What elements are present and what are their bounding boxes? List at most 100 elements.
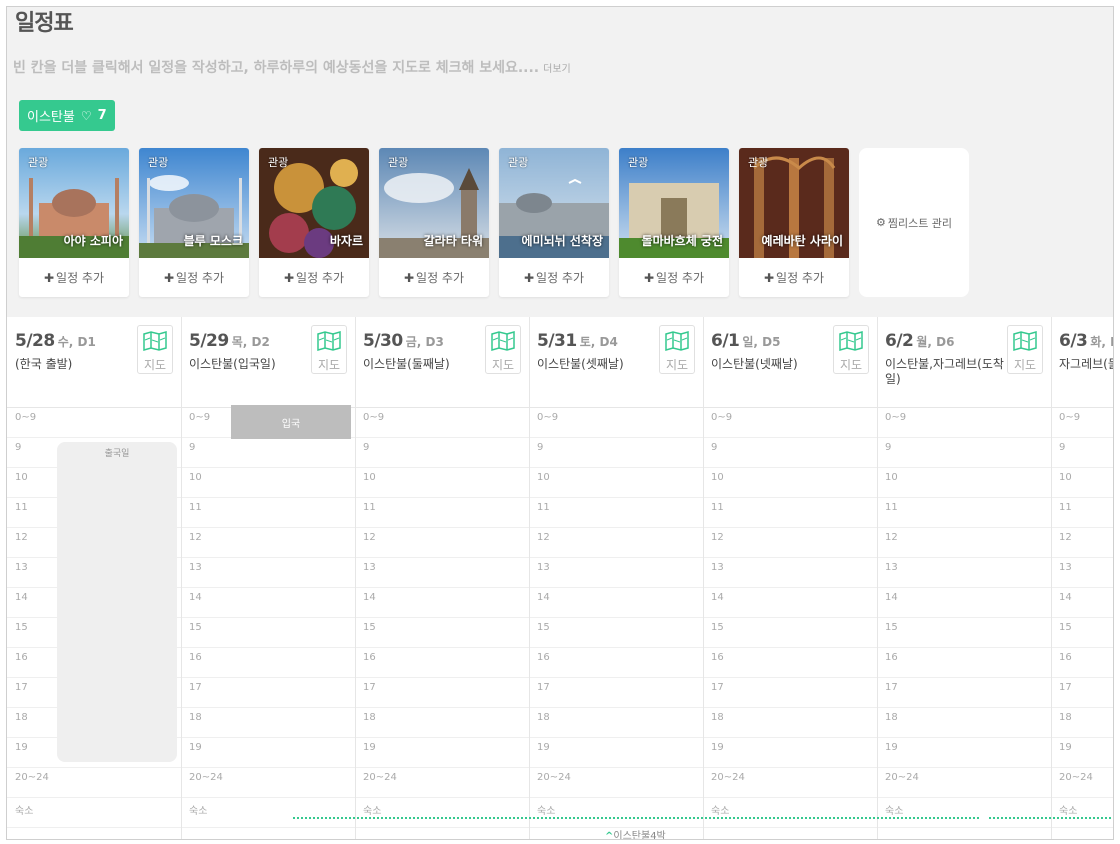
hour-slot[interactable]: 11 [703, 497, 877, 528]
hour-slot[interactable]: 숙소 [181, 797, 355, 828]
hour-slot[interactable]: 0~9 [355, 407, 529, 438]
hour-slot[interactable]: 9 [1051, 437, 1113, 468]
day-column[interactable]: 5/29 목, D2 이스탄불(입국일) 지도 0~9 9 10 11 12 13 14 15 16 17… [181, 317, 356, 839]
hour-slot[interactable]: 18 [877, 707, 1051, 738]
day-title[interactable]: (한국 출발) [15, 357, 141, 372]
map-button[interactable]: 지도 [485, 325, 521, 374]
stay-label[interactable]: ^이스탄불4박 [605, 827, 666, 839]
hour-slot[interactable]: 20~24 [529, 767, 703, 798]
hour-slot[interactable]: 16 [877, 647, 1051, 678]
hour-slot[interactable]: 14 [355, 587, 529, 618]
city-badge-istanbul[interactable]: 이스탄불 ♡ 7 [19, 100, 115, 131]
hour-slot[interactable]: 9 [529, 437, 703, 468]
hour-slot[interactable]: 18 [1051, 707, 1113, 738]
wish-card[interactable]: 관광 바자르 ✚ 일정 추가 [259, 148, 369, 297]
wish-card[interactable]: 관광 에미뇌뉘 선착장 ✚ 일정 추가 [499, 148, 609, 297]
hour-slot[interactable]: 17 [703, 677, 877, 708]
hour-slot[interactable]: 9 [355, 437, 529, 468]
hour-slot[interactable]: 15 [181, 617, 355, 648]
hour-slot[interactable]: 숙소 [355, 797, 529, 828]
event-arrival[interactable]: 입국 [231, 405, 351, 439]
hour-slot[interactable]: 20~24 [877, 767, 1051, 798]
hour-slot[interactable]: 11 [181, 497, 355, 528]
hour-slot[interactable]: 12 [529, 527, 703, 558]
hour-slot[interactable]: 19 [1051, 737, 1113, 768]
hour-slot[interactable]: 11 [529, 497, 703, 528]
hour-slot[interactable]: 13 [1051, 557, 1113, 588]
hour-slot[interactable]: 0~9 [703, 407, 877, 438]
hour-slot[interactable]: 17 [529, 677, 703, 708]
add-schedule-button[interactable]: ✚ 일정 추가 [259, 258, 369, 297]
day-column[interactable]: 5/31 토, D4 이스탄불(셋째날) 지도 0~9 9 10 11 12 13 14 15 16 17… [529, 317, 704, 839]
hour-slot[interactable]: 숙소 [529, 797, 703, 828]
wish-card[interactable]: 관광 예레바탄 사라이 ✚ 일정 추가 [739, 148, 849, 297]
hour-slot[interactable]: 9 [181, 437, 355, 468]
hour-slot[interactable]: 16 [355, 647, 529, 678]
hour-slot[interactable]: 17 [181, 677, 355, 708]
event-departure[interactable]: 출국일 [57, 442, 177, 762]
hour-slot[interactable]: 14 [529, 587, 703, 618]
hour-slot[interactable]: 18 [703, 707, 877, 738]
hour-slot[interactable]: 숙소 [703, 797, 877, 828]
day-title[interactable]: 이스탄불(셋째날) [537, 357, 663, 372]
day-title[interactable]: 이스탄불(둘째날) [363, 357, 489, 372]
add-schedule-button[interactable]: ✚ 일정 추가 [739, 258, 849, 297]
day-column[interactable]: 5/30 금, D3 이스탄불(둘째날) 지도 0~9 9 10 11 12 13 14 15 16 17… [355, 317, 530, 839]
day-column[interactable]: 6/3화, D7자그레브(둘째날)지도0~9910111213141516171… [1051, 317, 1113, 839]
hour-slot[interactable]: 18 [355, 707, 529, 738]
hour-slot[interactable]: 14 [877, 587, 1051, 618]
hour-slot[interactable]: 10 [355, 467, 529, 498]
hour-slot[interactable]: 13 [181, 557, 355, 588]
day-title[interactable]: 이스탄불(입국일) [189, 357, 315, 372]
map-button[interactable]: 지도 [659, 325, 695, 374]
wishlist-manage-button[interactable]: ⚙ 찜리스트 관리 [859, 148, 969, 297]
hour-slot[interactable]: 13 [877, 557, 1051, 588]
hour-slot[interactable]: 19 [529, 737, 703, 768]
hour-slot[interactable]: 숙소 [877, 797, 1051, 828]
wish-card[interactable]: 관광 블루 모스크 ✚ 일정 추가 [139, 148, 249, 297]
map-button[interactable]: 지도 [833, 325, 869, 374]
add-schedule-button[interactable]: ✚ 일정 추가 [139, 258, 249, 297]
hour-slot[interactable]: 16 [181, 647, 355, 678]
day-title[interactable]: 자그레브(둘째날) [1059, 357, 1113, 372]
add-schedule-button[interactable]: ✚ 일정 추가 [619, 258, 729, 297]
hour-slot[interactable]: 17 [355, 677, 529, 708]
hour-slot[interactable]: 18 [529, 707, 703, 738]
hour-slot[interactable]: 15 [703, 617, 877, 648]
add-schedule-button[interactable]: ✚ 일정 추가 [379, 258, 489, 297]
hour-slot[interactable]: 숙소 [7, 797, 181, 828]
map-button[interactable]: 지도 [1007, 325, 1043, 374]
hour-slot[interactable]: 20~24 [355, 767, 529, 798]
hour-slot[interactable]: 12 [877, 527, 1051, 558]
map-button[interactable]: 지도 [137, 325, 173, 374]
hour-slot[interactable]: 0~9 [7, 407, 181, 438]
hour-slot[interactable]: 9 [703, 437, 877, 468]
hour-slot[interactable]: 11 [1051, 497, 1113, 528]
hour-slot[interactable]: 17 [1051, 677, 1113, 708]
hour-slot[interactable]: 12 [355, 527, 529, 558]
hour-slot[interactable]: 11 [355, 497, 529, 528]
hour-slot[interactable]: 10 [1051, 467, 1113, 498]
hour-slot[interactable]: 20~24 [7, 767, 181, 798]
hour-slot[interactable]: 14 [703, 587, 877, 618]
hour-slot[interactable]: 10 [703, 467, 877, 498]
hour-slot[interactable]: 16 [1051, 647, 1113, 678]
hour-slot[interactable]: 12 [181, 527, 355, 558]
hour-slot[interactable]: 19 [877, 737, 1051, 768]
hour-slot[interactable]: 20~24 [703, 767, 877, 798]
add-schedule-button[interactable]: ✚ 일정 추가 [499, 258, 609, 297]
more-link[interactable]: 더보기 [543, 64, 571, 75]
hour-slot[interactable]: 20~24 [1051, 767, 1113, 798]
hour-slot[interactable]: 18 [181, 707, 355, 738]
day-column[interactable]: 6/2 월, D6 이스탄불,자그레브(도착일) 지도 0~9 9 10 11 12 13 14 15… [877, 317, 1052, 839]
hour-slot[interactable]: 19 [355, 737, 529, 768]
hour-slot[interactable]: 14 [181, 587, 355, 618]
wish-card[interactable]: 관광 아야 소피아 ✚ 일정 추가 [19, 148, 129, 297]
hour-slot[interactable]: 20~24 [181, 767, 355, 798]
hour-slot[interactable]: 11 [877, 497, 1051, 528]
hour-slot[interactable]: 0~9 [529, 407, 703, 438]
hour-slot[interactable]: 10 [181, 467, 355, 498]
wish-card[interactable]: 관광 갈라타 타워 ✚ 일정 추가 [379, 148, 489, 297]
day-title[interactable]: 이스탄불(넷째날) [711, 357, 837, 372]
wish-card[interactable]: 관광 돌마바흐체 궁전 ✚ 일정 추가 [619, 148, 729, 297]
